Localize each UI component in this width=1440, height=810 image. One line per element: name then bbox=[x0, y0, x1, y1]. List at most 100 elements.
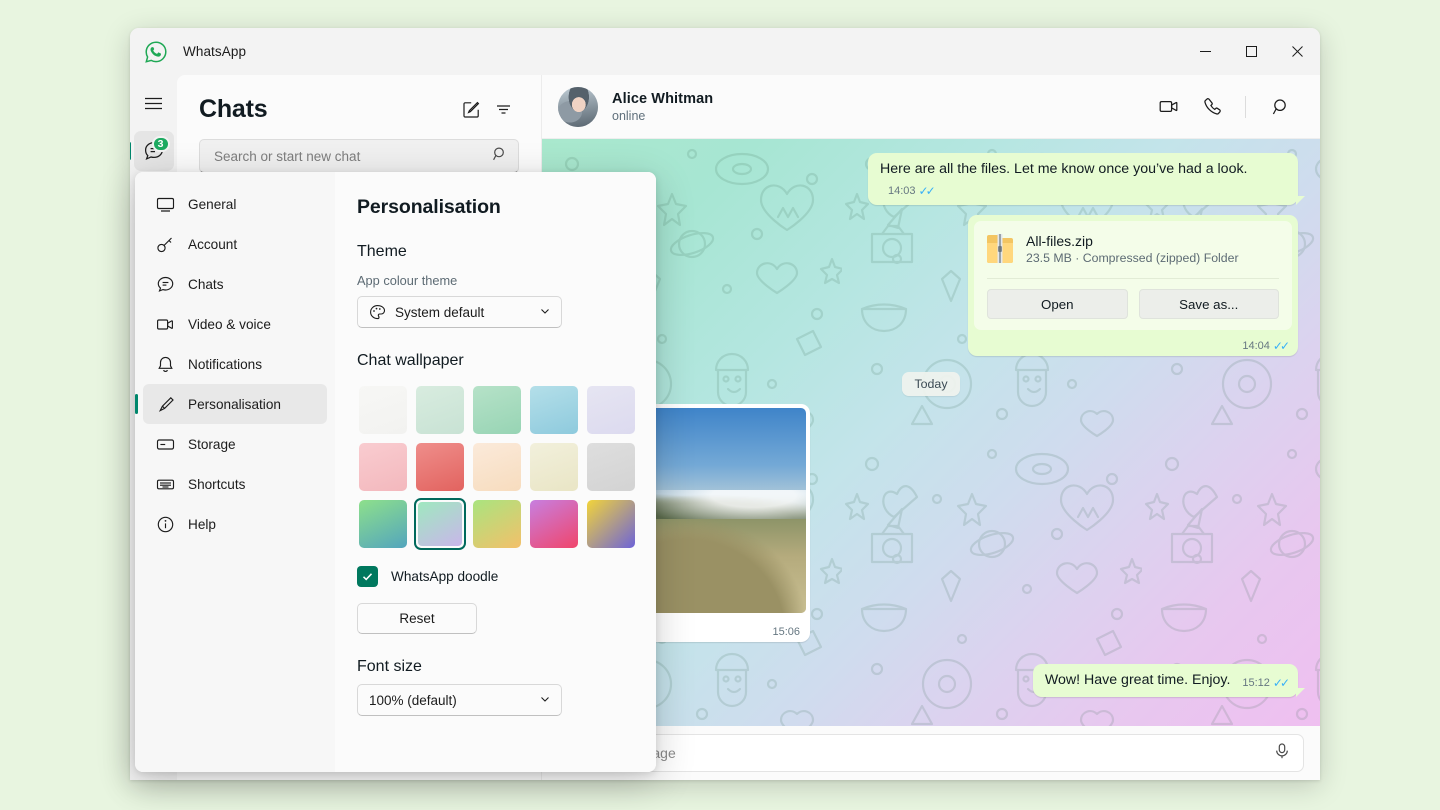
theme-section-title: Theme bbox=[357, 243, 630, 261]
file-meta: 23.5 MB · Compressed (zipped) Folder bbox=[1026, 251, 1239, 265]
sidebar-item-label: Chats bbox=[188, 277, 224, 292]
wallpaper-swatch-fill bbox=[416, 386, 464, 434]
wallpaper-swatch-w9[interactable] bbox=[528, 441, 580, 493]
app-title: WhatsApp bbox=[183, 44, 246, 59]
sidebar-item-personalisation[interactable]: Personalisation bbox=[143, 384, 327, 424]
video-call-icon[interactable] bbox=[1151, 90, 1185, 124]
message-composer bbox=[542, 726, 1320, 780]
sidebar-item-shortcuts[interactable]: Shortcuts bbox=[143, 464, 327, 504]
sidebar-item-label: Help bbox=[188, 517, 216, 532]
app-colour-theme-value: System default bbox=[395, 305, 539, 320]
font-size-value: 100% (default) bbox=[369, 693, 539, 708]
message-time: 15:12 bbox=[1242, 674, 1270, 693]
search-icon[interactable] bbox=[492, 146, 508, 167]
reset-button[interactable]: Reset bbox=[357, 603, 477, 634]
wallpaper-section-title: Chat wallpaper bbox=[357, 352, 630, 370]
settings-dialog: GeneralAccount Chats Video & voice Notifica… bbox=[135, 172, 656, 772]
date-divider: Today bbox=[902, 372, 959, 396]
wallpaper-swatch-fill bbox=[473, 386, 521, 434]
wallpaper-swatch-w13[interactable] bbox=[471, 498, 523, 550]
hamburger-menu-icon[interactable] bbox=[134, 83, 174, 123]
wallpaper-swatch-w8[interactable] bbox=[471, 441, 523, 493]
wallpaper-swatch-w2[interactable] bbox=[414, 384, 466, 436]
wallpaper-swatch-fill bbox=[530, 443, 578, 491]
read-receipt-icon: ✓✓ bbox=[1273, 339, 1287, 353]
settings-content: Personalisation Theme App colour theme S… bbox=[335, 172, 656, 772]
sidebar-item-storage[interactable]: Storage bbox=[143, 424, 327, 464]
wallpaper-swatch-w5[interactable] bbox=[585, 384, 637, 436]
search-container bbox=[177, 125, 541, 173]
minimize-button[interactable] bbox=[1182, 28, 1228, 75]
window-titlebar: WhatsApp bbox=[130, 28, 1320, 75]
zip-file-icon bbox=[987, 233, 1013, 265]
wallpaper-swatch-w6[interactable] bbox=[357, 441, 409, 493]
message-bubble: Here are all the files. Let me know once… bbox=[868, 153, 1298, 205]
wallpaper-swatch-w3[interactable] bbox=[471, 384, 523, 436]
save-as-button[interactable]: Save as... bbox=[1139, 289, 1280, 319]
wallpaper-swatch-fill bbox=[473, 500, 521, 548]
chevron-down-icon bbox=[539, 305, 551, 320]
wallpaper-swatch-fill bbox=[359, 500, 407, 548]
fontsize-section-title: Font size bbox=[357, 658, 630, 676]
file-row: All-files.zip 23.5 MB · Compressed (zipp… bbox=[987, 233, 1279, 278]
wallpaper-swatch-w15[interactable] bbox=[585, 498, 637, 550]
wallpaper-swatch-fill bbox=[416, 443, 464, 491]
bell-icon bbox=[155, 355, 175, 374]
whatsapp-logo-icon bbox=[143, 39, 169, 65]
wallpaper-swatch-w1[interactable] bbox=[357, 384, 409, 436]
voice-call-icon[interactable] bbox=[1195, 90, 1229, 124]
key-icon bbox=[155, 235, 175, 254]
search-icon[interactable] bbox=[1264, 90, 1298, 124]
open-file-button[interactable]: Open bbox=[987, 289, 1128, 319]
sidebar-item-help[interactable]: Help bbox=[143, 504, 327, 544]
panel-title: Personalisation bbox=[357, 196, 630, 219]
contact-status: online bbox=[612, 109, 1141, 123]
message-time: 14:03 bbox=[888, 182, 916, 201]
message-list: Here are all the files. Let me know once… bbox=[542, 139, 1320, 726]
sidebar-item-general[interactable]: General bbox=[143, 184, 327, 224]
wallpaper-swatch-w10[interactable] bbox=[585, 441, 637, 493]
wallpaper-swatch-fill bbox=[473, 443, 521, 491]
monitor-icon bbox=[155, 195, 175, 214]
font-size-dropdown[interactable]: 100% (default) bbox=[357, 684, 562, 716]
wallpaper-swatch-w4[interactable] bbox=[528, 384, 580, 436]
search-box[interactable] bbox=[199, 139, 519, 173]
wallpaper-swatch-w7[interactable] bbox=[414, 441, 466, 493]
doodle-toggle-row[interactable]: WhatsApp doodle bbox=[357, 566, 630, 587]
sidebar-item-label: Storage bbox=[188, 437, 236, 452]
theme-field-label: App colour theme bbox=[357, 273, 630, 288]
wallpaper-swatch-fill bbox=[587, 443, 635, 491]
sidebar-item-account[interactable]: Account bbox=[143, 224, 327, 264]
file-message-bubble: All-files.zip 23.5 MB · Compressed (zipp… bbox=[968, 215, 1298, 356]
sidebar-item-label: Video & voice bbox=[188, 317, 271, 332]
maximize-button[interactable] bbox=[1228, 28, 1274, 75]
wallpaper-swatch-w12[interactable] bbox=[414, 498, 466, 550]
sidebar-item-notifications[interactable]: Notifications bbox=[143, 344, 327, 384]
sidebar-item-video-voice[interactable]: Video & voice bbox=[143, 304, 327, 344]
settings-nav: GeneralAccount Chats Video & voice Notifica… bbox=[135, 172, 335, 772]
app-colour-theme-dropdown[interactable]: System default bbox=[357, 296, 562, 328]
message-meta: 14:04 ✓✓ bbox=[1242, 339, 1287, 353]
window-controls bbox=[1182, 28, 1320, 75]
file-name: All-files.zip bbox=[1026, 233, 1239, 249]
filter-icon[interactable] bbox=[487, 93, 519, 125]
storage-icon bbox=[155, 435, 175, 454]
composer-field[interactable] bbox=[558, 734, 1304, 772]
chat-list-header: Chats bbox=[177, 75, 541, 125]
wallpaper-swatch-w14[interactable] bbox=[528, 498, 580, 550]
contact-info[interactable]: Alice Whitman online bbox=[612, 91, 1141, 123]
message-input[interactable] bbox=[573, 745, 1273, 761]
search-input[interactable] bbox=[214, 149, 492, 164]
sidebar-item-chats[interactable]: Chats bbox=[143, 264, 327, 304]
microphone-icon[interactable] bbox=[1273, 742, 1291, 765]
wallpaper-swatch-w11[interactable] bbox=[357, 498, 409, 550]
contact-avatar[interactable] bbox=[558, 87, 598, 127]
message-text: Wow! Have great time. Enjoy. bbox=[1045, 672, 1231, 688]
wallpaper-swatch-fill bbox=[359, 386, 407, 434]
file-actions: Open Save as... bbox=[987, 278, 1279, 330]
new-chat-icon[interactable] bbox=[455, 93, 487, 125]
doodle-checkbox[interactable] bbox=[357, 566, 378, 587]
rail-item-chats[interactable]: 3 bbox=[134, 131, 174, 171]
close-button[interactable] bbox=[1274, 28, 1320, 75]
wallpaper-swatch-fill bbox=[418, 502, 462, 546]
